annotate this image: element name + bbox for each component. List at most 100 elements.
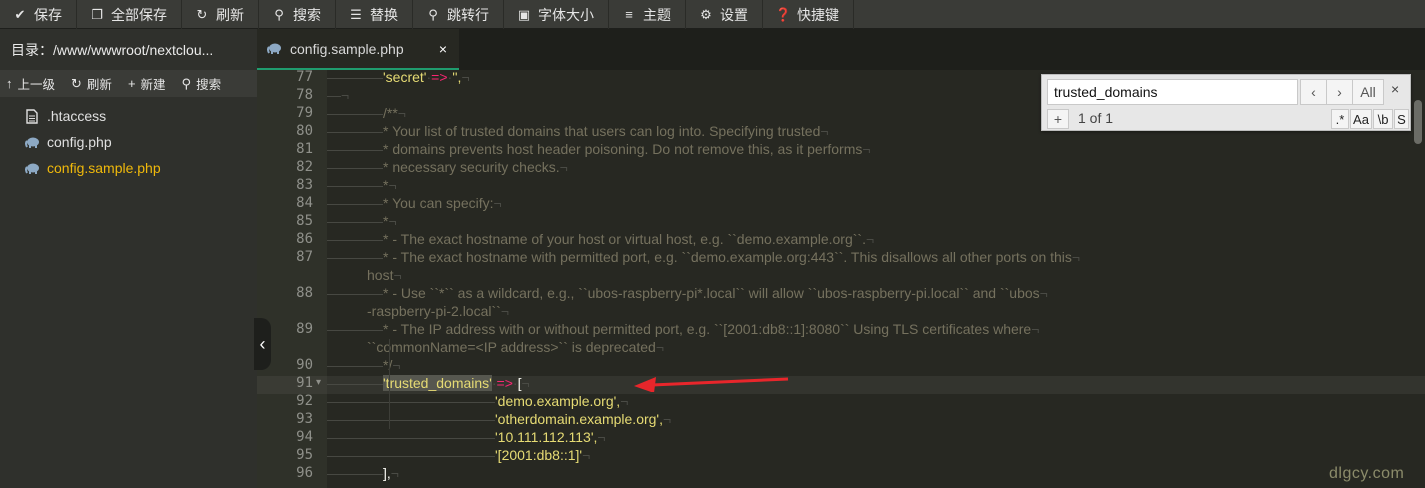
- indent-guide: ————: [327, 465, 383, 481]
- replace-label: 替换: [370, 6, 398, 23]
- php-elephant-icon: [267, 43, 282, 54]
- gear-icon: ⚙: [700, 6, 712, 22]
- find-next-button[interactable]: ›: [1326, 79, 1353, 105]
- settings-button[interactable]: ⚙ 设置: [686, 0, 763, 29]
- collapse-sidebar-handle[interactable]: ‹: [254, 318, 271, 370]
- code-comment: * You can specify:: [383, 195, 494, 211]
- indent-guide-line: [389, 339, 390, 429]
- line-number: 91: [296, 375, 313, 391]
- line-number: 84: [296, 195, 313, 211]
- refresh-label: 刷新: [216, 6, 244, 23]
- plus-icon: +: [127, 76, 136, 91]
- copy-icon: ❐: [91, 6, 103, 22]
- end-of-line-mark: ¬: [1039, 285, 1048, 301]
- line-number: 80: [296, 123, 313, 139]
- case-sensitive-toggle[interactable]: Aa: [1350, 109, 1372, 129]
- indent-guide: ————: [327, 249, 383, 265]
- code-editor[interactable]: 77 78 79 80 81 82 83 84 85 86 87 88 89 90 91 ▾ 92 93 94 95 9…: [257, 70, 1425, 488]
- file-item-htaccess[interactable]: .htaccess: [0, 103, 257, 129]
- end-of-line-mark: ¬: [663, 411, 672, 427]
- end-of-line-mark: ¬: [461, 70, 470, 85]
- sidebar-refresh-button[interactable]: ↻ 刷新: [65, 70, 118, 97]
- annotation-arrow: [634, 377, 789, 392]
- goto-line-button[interactable]: ⚲ 跳转行: [413, 0, 504, 29]
- code-token-string: '10.111.112.113',: [495, 429, 598, 445]
- code-line-wrap: -raspberry-pi-2.local``¬: [367, 303, 509, 319]
- indent-guide: ————: [327, 159, 383, 175]
- code-comment: * necessary security checks.: [383, 159, 560, 175]
- search-button[interactable]: ⚲ 搜索: [259, 0, 336, 29]
- close-tab-icon[interactable]: ×: [439, 41, 447, 57]
- replace-button[interactable]: ☰ 替换: [336, 0, 413, 29]
- end-of-line-mark: ¬: [862, 141, 871, 157]
- close-search-icon[interactable]: ×: [1391, 81, 1399, 97]
- check-icon: ✔: [14, 6, 26, 22]
- code-line: ————————————'10.111.112.113',¬: [327, 429, 606, 445]
- code-area[interactable]: ————'secret'·=>·'',¬ —¬ ————/**¬ ————* Your…: [327, 70, 1425, 488]
- search-in-selection-toggle[interactable]: S: [1394, 109, 1409, 129]
- refresh-button[interactable]: ↻ 刷新: [182, 0, 259, 29]
- theme-label: 主题: [643, 6, 671, 23]
- line-number: 77: [296, 70, 313, 85]
- sidebar-search-label: 搜索: [196, 78, 222, 92]
- file-item-config-sample-php[interactable]: config.sample.php: [0, 155, 257, 181]
- end-of-line-mark: ¬: [865, 231, 875, 247]
- whole-word-toggle[interactable]: \b: [1373, 109, 1393, 129]
- end-of-line-mark: ¬: [1031, 321, 1040, 337]
- code-line-wrap: ``commonName=<IP address>`` is deprecate…: [367, 339, 664, 355]
- vertical-scrollbar[interactable]: [1414, 100, 1422, 144]
- save-all-button[interactable]: ❐ 全部保存: [77, 0, 182, 29]
- code-token-key: 'trusted_domains': [383, 375, 492, 391]
- indent-guide: ————————————: [327, 393, 495, 409]
- font-size-button[interactable]: ▣ 字体大小: [504, 0, 609, 29]
- file-item-config-php[interactable]: config.php: [0, 129, 257, 155]
- shortcuts-button[interactable]: ❓ 快捷键: [763, 0, 854, 29]
- fold-arrow-icon[interactable]: ▾: [316, 377, 321, 388]
- toggle-replace-button[interactable]: +: [1047, 109, 1069, 129]
- find-all-button[interactable]: All: [1352, 79, 1384, 105]
- code-line: ————* Your list of trusted domains that …: [327, 123, 829, 139]
- line-number: 79: [296, 105, 313, 121]
- search-input[interactable]: [1047, 79, 1298, 105]
- theme-button[interactable]: ≡ 主题: [609, 0, 686, 29]
- find-prev-button[interactable]: ‹: [1300, 79, 1327, 105]
- save-button[interactable]: ✔ 保存: [0, 0, 77, 29]
- code-line: ————————————'otherdomain.example.org',¬: [327, 411, 671, 427]
- php-elephant-icon: [24, 163, 40, 174]
- line-number: 87: [296, 249, 313, 265]
- sidebar-refresh-label: 刷新: [86, 78, 112, 92]
- line-number: 95: [296, 447, 313, 463]
- code-comment: host: [367, 267, 394, 283]
- chevron-right-icon: ›: [1337, 84, 1342, 100]
- end-of-line-mark: ¬: [388, 177, 397, 193]
- end-of-line-mark: ¬: [493, 195, 502, 211]
- end-of-line-mark: ¬: [388, 213, 397, 229]
- tab-bar: config.sample.php ×: [257, 29, 1425, 70]
- code-line: —¬: [327, 87, 349, 103]
- tab-config-sample-php[interactable]: config.sample.php ×: [257, 29, 459, 70]
- sidebar-search-button[interactable]: ⚲ 搜索: [176, 70, 228, 97]
- shortcuts-label: 快捷键: [797, 6, 839, 23]
- code-line: ————————————'demo.example.org',¬: [327, 393, 628, 409]
- end-of-line-mark: ¬: [582, 447, 591, 463]
- end-of-line-mark: ¬: [341, 87, 350, 103]
- code-comment: */: [383, 357, 393, 373]
- indent-guide: ————————————: [327, 411, 495, 427]
- end-of-line-mark: ¬: [392, 357, 401, 373]
- regex-toggle[interactable]: .*: [1331, 109, 1349, 129]
- indent-guide: ————: [327, 105, 383, 121]
- code-token-string: 'demo.example.org',: [495, 393, 621, 409]
- indent-guide: ————: [327, 195, 383, 211]
- line-number: 86: [296, 231, 313, 247]
- code-token-key: 'secret': [383, 70, 427, 85]
- php-elephant-icon: [24, 137, 40, 148]
- file-name: config.sample.php: [47, 160, 161, 176]
- new-file-button[interactable]: + 新建: [122, 70, 172, 97]
- up-level-button[interactable]: ↑ 上一级: [0, 70, 61, 97]
- code-line: ————* - Use ``*`` as a wildcard, e.g., `…: [327, 285, 1048, 301]
- line-number: 81: [296, 141, 313, 157]
- code-line: ————*¬: [327, 177, 397, 193]
- code-token-string: 'otherdomain.example.org',: [495, 411, 663, 427]
- end-of-line-mark: ¬: [393, 267, 402, 283]
- end-of-line-mark: ¬: [655, 339, 665, 355]
